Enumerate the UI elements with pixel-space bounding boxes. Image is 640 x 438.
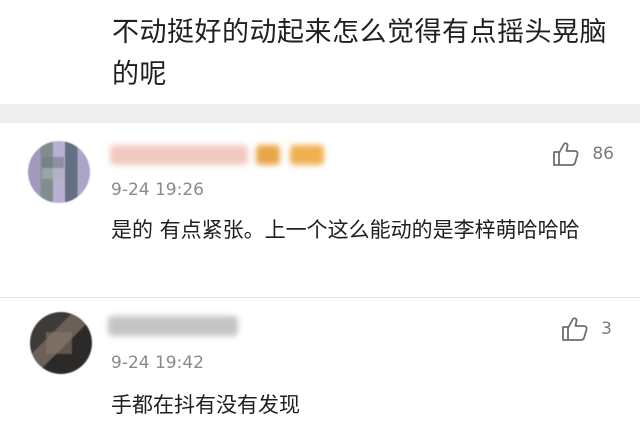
- section-divider: [0, 104, 640, 123]
- post-card: 不动挺好的动起来怎么觉得有点摇头晃脑的呢: [0, 0, 640, 104]
- avatar[interactable]: [28, 141, 90, 203]
- comment-item[interactable]: 9-24 19:26 是的 有点紧张。上一个这么能动的是李梓萌哈哈哈 86: [0, 123, 640, 297]
- comment-timestamp: 9-24 19:42: [111, 353, 204, 373]
- avatar[interactable]: [30, 312, 92, 374]
- like-button[interactable]: 86: [552, 141, 614, 167]
- comment-timestamp: 9-24 19:26: [111, 180, 204, 200]
- like-count: 3: [601, 319, 612, 339]
- comment-text: 手都在抖有没有发现: [111, 393, 300, 417]
- user-badge-blurred: [290, 145, 324, 165]
- username-blurred[interactable]: [108, 316, 238, 336]
- thumbs-up-icon: [552, 141, 580, 167]
- comment-item[interactable]: 9-24 19:42 手都在抖有没有发现 3: [0, 297, 640, 438]
- like-button[interactable]: 3: [561, 316, 612, 342]
- username-blurred[interactable]: [110, 145, 248, 165]
- post-text: 不动挺好的动起来怎么觉得有点摇头晃脑的呢: [112, 17, 607, 90]
- user-badge-blurred: [256, 145, 280, 165]
- comment-text: 是的 有点紧张。上一个这么能动的是李梓萌哈哈哈: [111, 218, 580, 242]
- thumbs-up-icon: [561, 316, 589, 342]
- like-count: 86: [592, 144, 614, 164]
